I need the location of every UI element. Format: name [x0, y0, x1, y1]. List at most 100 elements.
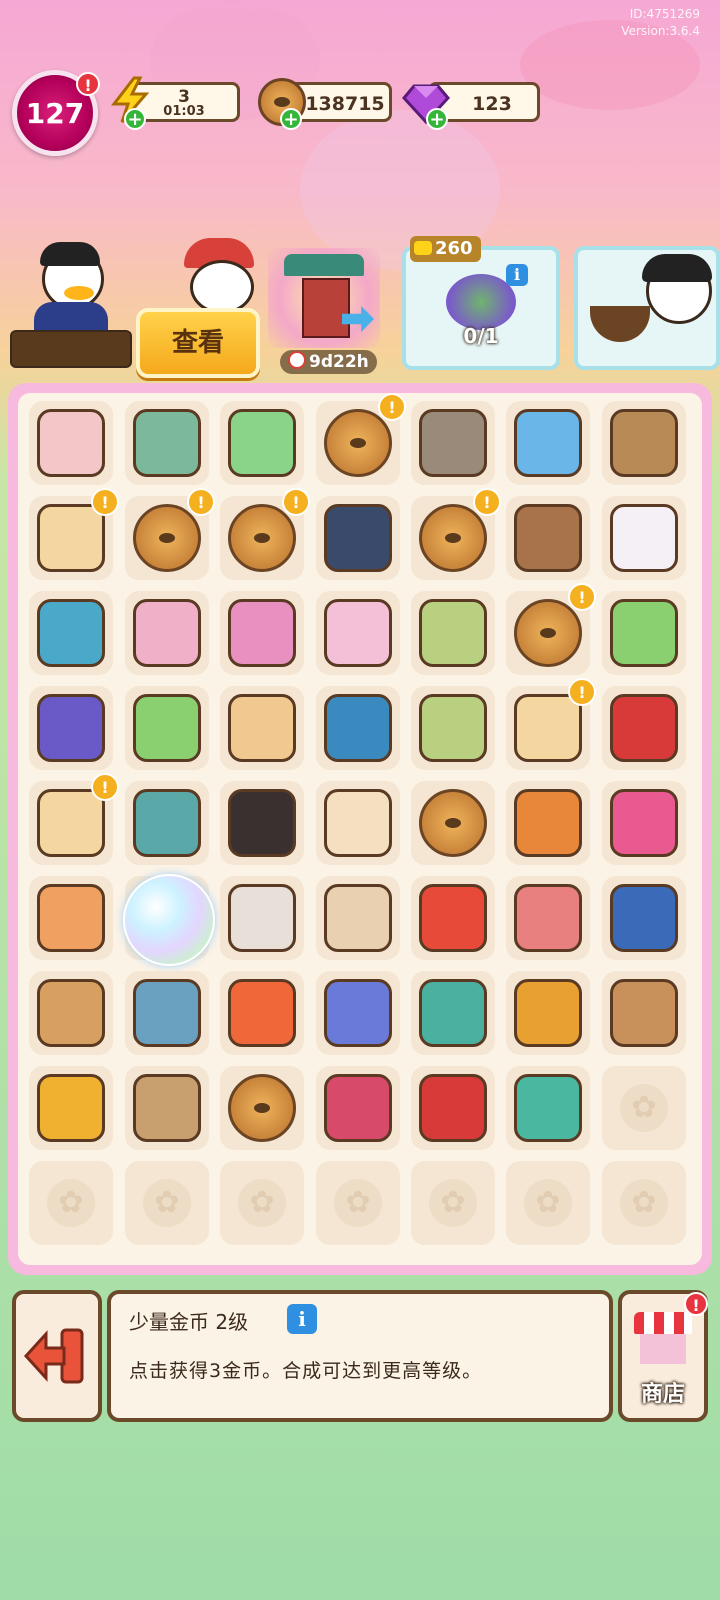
bagua-mat-slot[interactable]: [506, 401, 590, 485]
jade-ring-slot[interactable]: [29, 971, 113, 1055]
book-bundle-slot[interactable]: [602, 401, 686, 485]
bell-item[interactable]: [37, 1074, 105, 1142]
coin-stack-slot[interactable]: [411, 781, 495, 865]
open-book-slot[interactable]: [220, 686, 304, 770]
painting-slot[interactable]: !: [29, 488, 119, 580]
painting-slot[interactable]: !: [506, 678, 596, 770]
coin-bubble-slot[interactable]: [123, 874, 215, 966]
scroll-brush-slot[interactable]: [411, 591, 495, 675]
wooden-desk-item[interactable]: [514, 504, 582, 572]
dragon-head-item[interactable]: [324, 1074, 392, 1142]
red-lion-item[interactable]: [419, 884, 487, 952]
scroll-brush-item[interactable]: [419, 599, 487, 667]
event-gate[interactable]: [268, 248, 380, 348]
dragon-desk-slot[interactable]: [29, 591, 113, 675]
dragon-head-slot[interactable]: [316, 1066, 400, 1150]
coin-item[interactable]: [514, 599, 582, 667]
painting-slot[interactable]: !: [29, 773, 119, 865]
direction-sign-slot[interactable]: [316, 971, 400, 1055]
dragon-book-item[interactable]: [419, 979, 487, 1047]
direction-sign-item[interactable]: [324, 979, 392, 1047]
coin-stack-item[interactable]: [419, 789, 487, 857]
ink-tray-slot[interactable]: [125, 971, 209, 1055]
paper-roll-item[interactable]: [610, 504, 678, 572]
pavilion-slot[interactable]: [125, 401, 209, 485]
painting-item[interactable]: [37, 504, 105, 572]
wall-paper-slot[interactable]: [220, 876, 304, 960]
next-order-card[interactable]: [574, 246, 720, 370]
painting-item[interactable]: [37, 789, 105, 857]
opera-mask-item[interactable]: [37, 694, 105, 762]
paper-roll-slot[interactable]: [602, 496, 686, 580]
peach-embroidery-item[interactable]: [37, 409, 105, 477]
coin-pair-item[interactable]: [228, 1074, 296, 1142]
silk-pouch-slot[interactable]: [125, 591, 209, 675]
ribbon-item[interactable]: [228, 599, 296, 667]
bell-slot[interactable]: [29, 1066, 113, 1150]
coin-slot[interactable]: !: [506, 583, 596, 675]
handbag-slot[interactable]: [316, 591, 400, 675]
shop-button[interactable]: 商店 !: [618, 1290, 708, 1422]
clay-teapot-item[interactable]: [610, 979, 678, 1047]
book-bundle-item[interactable]: [610, 409, 678, 477]
empty-slot[interactable]: ✿: [220, 1161, 304, 1245]
empty-slot[interactable]: ✿: [506, 1161, 590, 1245]
coin-bubble-item[interactable]: [123, 874, 215, 966]
bagua-mat-item[interactable]: [514, 409, 582, 477]
dragon-toy-slot[interactable]: [506, 1066, 590, 1150]
paper-cut-slot[interactable]: [602, 686, 686, 770]
takeout-box-slot[interactable]: [316, 876, 400, 960]
cabbage-item[interactable]: [133, 694, 201, 762]
cake-box-slot[interactable]: [125, 1066, 209, 1150]
wall-paper-item[interactable]: [228, 884, 296, 952]
coin-slot[interactable]: !: [220, 488, 310, 580]
empty-slot[interactable]: ✿: [29, 1161, 113, 1245]
flower-basket-slot[interactable]: [602, 781, 686, 865]
ink-bowl-slot[interactable]: [316, 496, 400, 580]
coins-add-button[interactable]: +: [280, 108, 302, 130]
chef-duck-slot[interactable]: [316, 781, 400, 865]
spider-web-chair-slot[interactable]: [411, 401, 495, 485]
spider-web-chair-item[interactable]: [419, 409, 487, 477]
fan-wand-slot[interactable]: [506, 971, 590, 1055]
chef-duck-item[interactable]: [324, 789, 392, 857]
empty-slot[interactable]: ✿: [602, 1066, 686, 1150]
coin-slot[interactable]: !: [125, 488, 215, 580]
charcoal-slot[interactable]: [220, 781, 304, 865]
coin-pair-slot[interactable]: [220, 1066, 304, 1150]
info-icon[interactable]: i: [506, 264, 528, 286]
coin-bag-slot[interactable]: [125, 781, 209, 865]
empty-slot[interactable]: ✿: [316, 1161, 400, 1245]
blue-book-item[interactable]: [610, 884, 678, 952]
fire-bowl-item[interactable]: [514, 789, 582, 857]
view-button[interactable]: 查看: [136, 308, 260, 378]
painting-item[interactable]: [514, 694, 582, 762]
info-icon[interactable]: i: [287, 1304, 317, 1334]
red-ribbon-slot[interactable]: [411, 1066, 495, 1150]
fire-slot[interactable]: [220, 971, 304, 1055]
fish-scale-item[interactable]: [514, 884, 582, 952]
cake-box-item[interactable]: [133, 1074, 201, 1142]
granny-duck-character[interactable]: [170, 238, 270, 314]
empty-slot[interactable]: ✿: [602, 1161, 686, 1245]
red-lion-slot[interactable]: [411, 876, 495, 960]
incense-burner-item[interactable]: [324, 694, 392, 762]
incense-burner-slot[interactable]: [316, 686, 400, 770]
empty-slot[interactable]: ✿: [125, 1161, 209, 1245]
dragon-book-slot[interactable]: [411, 971, 495, 1055]
red-ribbon-item[interactable]: [419, 1074, 487, 1142]
coin-item[interactable]: [133, 504, 201, 572]
peach-embroidery-slot[interactable]: [29, 401, 113, 485]
ink-tray-item[interactable]: [133, 979, 201, 1047]
silk-pouch-item[interactable]: [133, 599, 201, 667]
wooden-desk-slot[interactable]: [506, 496, 590, 580]
coin-item[interactable]: [228, 504, 296, 572]
gems-add-button[interactable]: +: [426, 108, 448, 130]
paper-cut-item[interactable]: [610, 694, 678, 762]
coin-bag-item[interactable]: [133, 789, 201, 857]
chef-duck-character[interactable]: [10, 238, 132, 373]
scroll-brush-item[interactable]: [419, 694, 487, 762]
takeout-box-item[interactable]: [324, 884, 392, 952]
charcoal-item[interactable]: [228, 789, 296, 857]
jade-ring-item[interactable]: [37, 979, 105, 1047]
